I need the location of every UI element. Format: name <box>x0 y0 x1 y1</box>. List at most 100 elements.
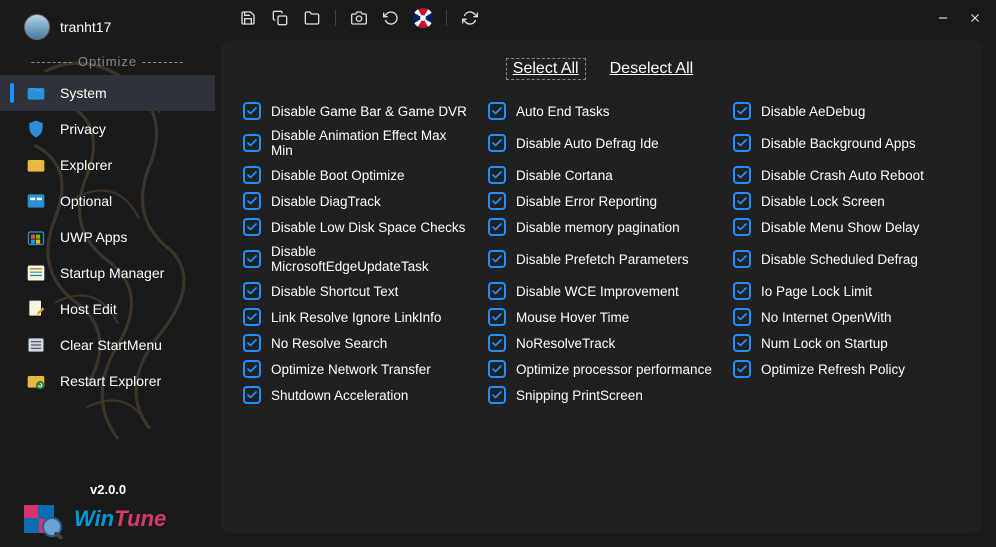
option-checkbox[interactable]: Snipping PrintScreen <box>488 382 715 408</box>
option-checkbox[interactable]: No Resolve Search <box>243 330 470 356</box>
content-panel: Select All Deselect All Disable Game Bar… <box>221 40 982 533</box>
option-checkbox[interactable]: Auto End Tasks <box>488 98 715 124</box>
sidebar-item-optional[interactable]: Optional <box>0 183 215 219</box>
sidebar-item-restart-explorer[interactable]: Restart Explorer <box>0 363 215 399</box>
close-button[interactable] <box>960 3 990 33</box>
edit-doc-icon <box>26 299 46 319</box>
checkbox-checked-icon <box>733 250 751 268</box>
option-label: Disable WCE Improvement <box>516 284 679 299</box>
option-checkbox[interactable]: Mouse Hover Time <box>488 304 715 330</box>
copy-button[interactable] <box>265 3 295 33</box>
option-checkbox[interactable]: Disable Cortana <box>488 162 715 188</box>
option-checkbox[interactable]: Disable WCE Improvement <box>488 278 715 304</box>
select-all-link[interactable]: Select All <box>506 58 586 80</box>
option-label: Io Page Lock Limit <box>761 284 872 299</box>
option-label: Disable memory pagination <box>516 220 680 235</box>
option-checkbox[interactable]: Num Lock on Startup <box>733 330 960 356</box>
option-label: Disable Cortana <box>516 168 613 183</box>
option-label: Disable Scheduled Defrag <box>761 252 918 267</box>
sidebar-item-system[interactable]: System <box>0 75 215 111</box>
logo-badge-icon <box>22 499 68 539</box>
option-checkbox[interactable]: Disable Shortcut Text <box>243 278 470 304</box>
option-checkbox[interactable]: Optimize Network Transfer <box>243 356 470 382</box>
refresh-button[interactable] <box>455 3 485 33</box>
undo-button[interactable] <box>376 3 406 33</box>
option-checkbox[interactable]: Disable AeDebug <box>733 98 960 124</box>
camera-icon <box>351 10 367 26</box>
sidebar-item-privacy[interactable]: Privacy <box>0 111 215 147</box>
option-label: Snipping PrintScreen <box>516 388 643 403</box>
option-checkbox[interactable]: Disable Menu Show Delay <box>733 214 960 240</box>
section-header-optimize: -------- Optimize -------- <box>0 50 215 75</box>
option-checkbox[interactable]: Disable Boot Optimize <box>243 162 470 188</box>
option-checkbox[interactable]: Disable memory pagination <box>488 214 715 240</box>
option-label: Optimize processor performance <box>516 362 712 377</box>
checkbox-checked-icon <box>243 334 261 352</box>
sidebar-item-explorer[interactable]: Explorer <box>0 147 215 183</box>
option-checkbox[interactable]: Optimize processor performance <box>488 356 715 382</box>
close-icon <box>968 11 982 25</box>
option-label: Disable MicrosoftEdgeUpdateTask <box>271 244 470 274</box>
option-checkbox[interactable]: NoResolveTrack <box>488 330 715 356</box>
option-checkbox[interactable]: Disable Animation Effect Max Min <box>243 124 470 162</box>
brand-text: WinTune <box>74 506 166 532</box>
option-checkbox[interactable]: Disable Crash Auto Reboot <box>733 162 960 188</box>
deselect-all-link[interactable]: Deselect All <box>606 58 698 80</box>
option-label: Mouse Hover Time <box>516 310 629 325</box>
checkbox-checked-icon <box>243 282 261 300</box>
sidebar-item-label: Privacy <box>60 121 106 137</box>
checkbox-checked-icon <box>488 218 506 236</box>
option-checkbox[interactable]: Disable Prefetch Parameters <box>488 240 715 278</box>
option-checkbox[interactable]: Disable Auto Defrag Ide <box>488 124 715 162</box>
option-checkbox[interactable]: Disable Low Disk Space Checks <box>243 214 470 240</box>
option-checkbox[interactable]: Disable MicrosoftEdgeUpdateTask <box>243 240 470 278</box>
option-label: Optimize Refresh Policy <box>761 362 905 377</box>
option-checkbox[interactable]: Disable DiagTrack <box>243 188 470 214</box>
save-button[interactable] <box>233 3 263 33</box>
option-label: Disable Prefetch Parameters <box>516 252 689 267</box>
sidebar-item-label: Clear StartMenu <box>60 337 162 353</box>
open-button[interactable] <box>297 3 327 33</box>
option-label: Disable Animation Effect Max Min <box>271 128 470 158</box>
checkbox-checked-icon <box>488 250 506 268</box>
checkbox-checked-icon <box>488 102 506 120</box>
option-label: NoResolveTrack <box>516 336 615 351</box>
camera-button[interactable] <box>344 3 374 33</box>
option-label: Disable Background Apps <box>761 136 916 151</box>
option-checkbox[interactable]: Io Page Lock Limit <box>733 278 960 304</box>
option-checkbox[interactable]: Disable Game Bar & Game DVR <box>243 98 470 124</box>
nav: System Privacy Explorer Optional UWP Apps Sta… <box>0 75 215 399</box>
option-checkbox[interactable]: Disable Scheduled Defrag <box>733 240 960 278</box>
checkbox-checked-icon <box>243 102 261 120</box>
menu-list-icon <box>26 335 46 355</box>
checkbox-checked-icon <box>488 360 506 378</box>
flag-uk-icon <box>413 8 433 28</box>
folder-refresh-icon <box>26 371 46 391</box>
option-label: No Internet OpenWith <box>761 310 892 325</box>
panel-blue-icon <box>26 191 46 211</box>
option-checkbox[interactable]: Optimize Refresh Policy <box>733 356 960 382</box>
checkbox-checked-icon <box>488 334 506 352</box>
option-checkbox[interactable]: No Internet OpenWith <box>733 304 960 330</box>
sidebar-item-clear-startmenu[interactable]: Clear StartMenu <box>0 327 215 363</box>
option-checkbox[interactable]: Link Resolve Ignore LinkInfo <box>243 304 470 330</box>
minimize-button[interactable] <box>928 3 958 33</box>
sidebar-item-uwp-apps[interactable]: UWP Apps <box>0 219 215 255</box>
option-label: Num Lock on Startup <box>761 336 888 351</box>
option-label: Disable Crash Auto Reboot <box>761 168 924 183</box>
checkbox-checked-icon <box>733 134 751 152</box>
sidebar-item-label: Startup Manager <box>60 265 164 281</box>
option-checkbox[interactable]: Disable Lock Screen <box>733 188 960 214</box>
option-checkbox[interactable]: Disable Error Reporting <box>488 188 715 214</box>
sidebar-item-startup-manager[interactable]: Startup Manager <box>0 255 215 291</box>
sidebar: tranht17 -------- Optimize -------- Syst… <box>0 0 215 547</box>
sidebar-item-host-edit[interactable]: Host Edit <box>0 291 215 327</box>
checkbox-checked-icon <box>243 192 261 210</box>
option-label: Disable Game Bar & Game DVR <box>271 104 467 119</box>
sidebar-item-label: Optional <box>60 193 112 209</box>
option-checkbox[interactable]: Shutdown Acceleration <box>243 382 470 408</box>
option-checkbox[interactable]: Disable Background Apps <box>733 124 960 162</box>
list-colored-icon <box>26 263 46 283</box>
checkbox-checked-icon <box>733 360 751 378</box>
language-button[interactable] <box>408 3 438 33</box>
